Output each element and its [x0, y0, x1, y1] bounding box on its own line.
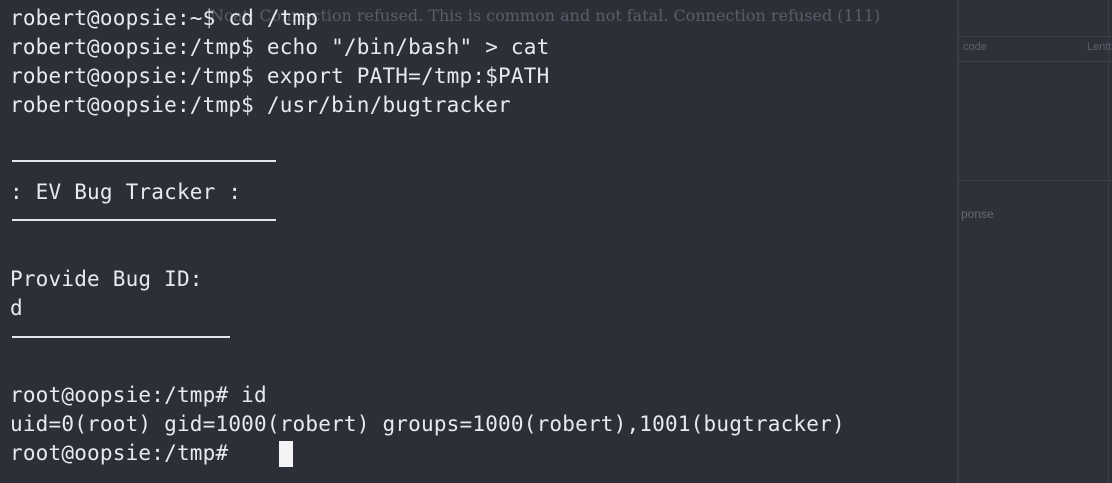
background-edge-line — [1108, 0, 1109, 483]
terminal-line: robert@oopsie:/tmp$ export PATH=/tmp:$PA… — [10, 64, 550, 88]
terminal-line: d — [10, 296, 23, 320]
terminal-window[interactable]: robert@oopsie:~$ cd /tmp robert@oopsie:/… — [0, 0, 956, 483]
background-divider — [959, 180, 1112, 181]
terminal-line: robert@oopsie:/tmp$ /usr/bin/bugtracker — [10, 93, 511, 117]
background-right-panel: code Lentt ponse — [957, 0, 1112, 483]
background-response-label: ponse — [961, 207, 994, 221]
banner-top-rule — [12, 160, 276, 162]
terminal-cursor[interactable] — [279, 441, 293, 467]
terminal-line: uid=0(root) gid=1000(robert) groups=1000… — [10, 412, 845, 436]
terminal-prompt-line: root@oopsie:/tmp# — [10, 441, 242, 465]
input-underline-rule — [12, 336, 230, 338]
terminal-line: robert@oopsie:/tmp$ echo "/bin/bash" > c… — [10, 35, 550, 59]
background-column-code: code — [963, 41, 987, 53]
terminal-line: : EV Bug Tracker : — [10, 180, 242, 204]
banner-bottom-rule — [12, 219, 276, 221]
terminal-line: robert@oopsie:~$ cd /tmp — [10, 6, 319, 30]
terminal-line: Provide Bug ID: — [10, 267, 203, 291]
terminal-line: root@oopsie:/tmp# id — [10, 383, 267, 407]
terminal-output: robert@oopsie:~$ cd /tmp robert@oopsie:/… — [10, 4, 845, 468]
